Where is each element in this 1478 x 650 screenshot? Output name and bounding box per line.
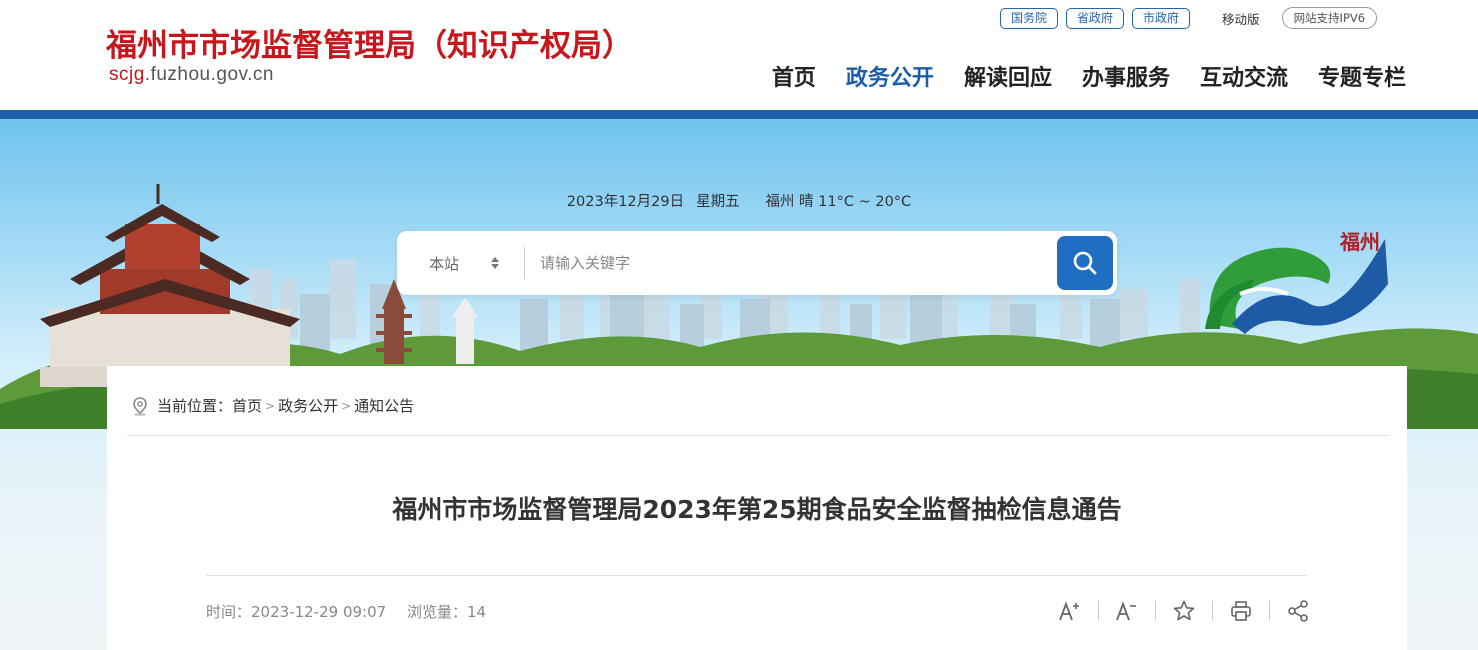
breadcrumb-divider	[127, 435, 1388, 436]
link-province-gov[interactable]: 省政府	[1066, 7, 1125, 29]
breadcrumb-prefix: 当前位置：	[157, 397, 233, 415]
site-domain: scjg.fuzhou.gov.cn	[109, 64, 274, 86]
share-icon	[1288, 600, 1308, 622]
nav-topics[interactable]: 专题专栏	[1318, 60, 1406, 92]
nav-interpretation[interactable]: 解读回应	[964, 60, 1052, 92]
weekday: 星期五	[696, 194, 740, 210]
sort-arrows-icon	[491, 257, 499, 269]
publish-time: 时间：2023-12-29 09:07	[206, 603, 387, 621]
font-increase-icon	[1059, 601, 1079, 621]
ipv6-badge: 网站支持IPV6	[1281, 7, 1378, 29]
star-icon	[1173, 600, 1195, 621]
search-divider	[524, 247, 525, 279]
breadcrumb-separator: >	[265, 398, 276, 413]
current-date: 2023年12月29日	[566, 194, 685, 210]
font-decrease-button[interactable]	[1114, 598, 1140, 624]
nav-interaction[interactable]: 互动交流	[1200, 60, 1288, 92]
article-tools	[1057, 598, 1311, 624]
weather: 福州 晴 11°C ~ 20°C	[765, 194, 912, 210]
domain-rest: .fuzhou.gov.cn	[144, 64, 274, 85]
nav-services[interactable]: 办事服务	[1082, 60, 1170, 92]
date-weather: 2023年12月29日 星期五 福州 晴 11°C ~ 20°C	[0, 190, 1478, 211]
domain-red: scjg	[109, 64, 145, 85]
top-links: 国务院 省政府 市政府 移动版 网站支持IPV6	[1000, 7, 1378, 29]
print-icon	[1231, 601, 1251, 621]
breadcrumb: 当前位置： 首页 > 政务公开 > 通知公告	[131, 395, 414, 416]
article-card: 当前位置： 首页 > 政务公开 > 通知公告 福州市市场监督管理局2023年第2…	[107, 366, 1407, 650]
article-meta: 时间：2023-12-29 09:07 浏览量：14	[206, 601, 502, 622]
nav-gov-affairs[interactable]: 政务公开	[846, 60, 934, 92]
font-increase-button[interactable]	[1057, 598, 1083, 624]
tool-divider	[1269, 601, 1270, 621]
mobile-version-link[interactable]: 移动版	[1222, 9, 1260, 28]
link-city-gov[interactable]: 市政府	[1132, 7, 1191, 29]
article-title: 福州市市场监督管理局2023年第25期食品安全监督抽检信息通告	[392, 495, 1122, 524]
breadcrumb-home[interactable]: 首页	[232, 395, 262, 416]
site-title[interactable]: 福州市市场监督管理局（知识产权局）	[106, 20, 633, 65]
title-divider	[206, 575, 1307, 576]
breadcrumb-separator: >	[341, 398, 352, 413]
search-bar: 本站	[397, 231, 1117, 295]
tool-divider	[1098, 601, 1099, 621]
tool-divider	[1155, 601, 1156, 621]
tool-divider	[1212, 601, 1213, 621]
share-button[interactable]	[1285, 598, 1311, 624]
search-button[interactable]	[1057, 236, 1113, 290]
search-icon	[1073, 251, 1097, 275]
main-nav: 首页 政务公开 解读回应 办事服务 互动交流 专题专栏	[742, 60, 1406, 92]
search-scope-select[interactable]: 本站	[429, 253, 459, 274]
emblem-text: 福州	[1339, 230, 1380, 254]
link-state-council[interactable]: 国务院	[1000, 7, 1059, 29]
print-button[interactable]	[1228, 598, 1254, 624]
site-header: 福州市市场监督管理局（知识产权局） scjg.fuzhou.gov.cn 国务院…	[0, 0, 1478, 112]
view-count: 浏览量：14	[406, 603, 487, 621]
search-input[interactable]	[540, 249, 1040, 277]
favorite-button[interactable]	[1171, 598, 1197, 624]
font-decrease-icon	[1116, 601, 1136, 621]
location-icon	[133, 396, 147, 416]
header-divider-bar	[0, 110, 1478, 119]
breadcrumb-notices[interactable]: 通知公告	[354, 395, 414, 416]
breadcrumb-gov-affairs[interactable]: 政务公开	[278, 395, 338, 416]
nav-home[interactable]: 首页	[772, 60, 816, 92]
